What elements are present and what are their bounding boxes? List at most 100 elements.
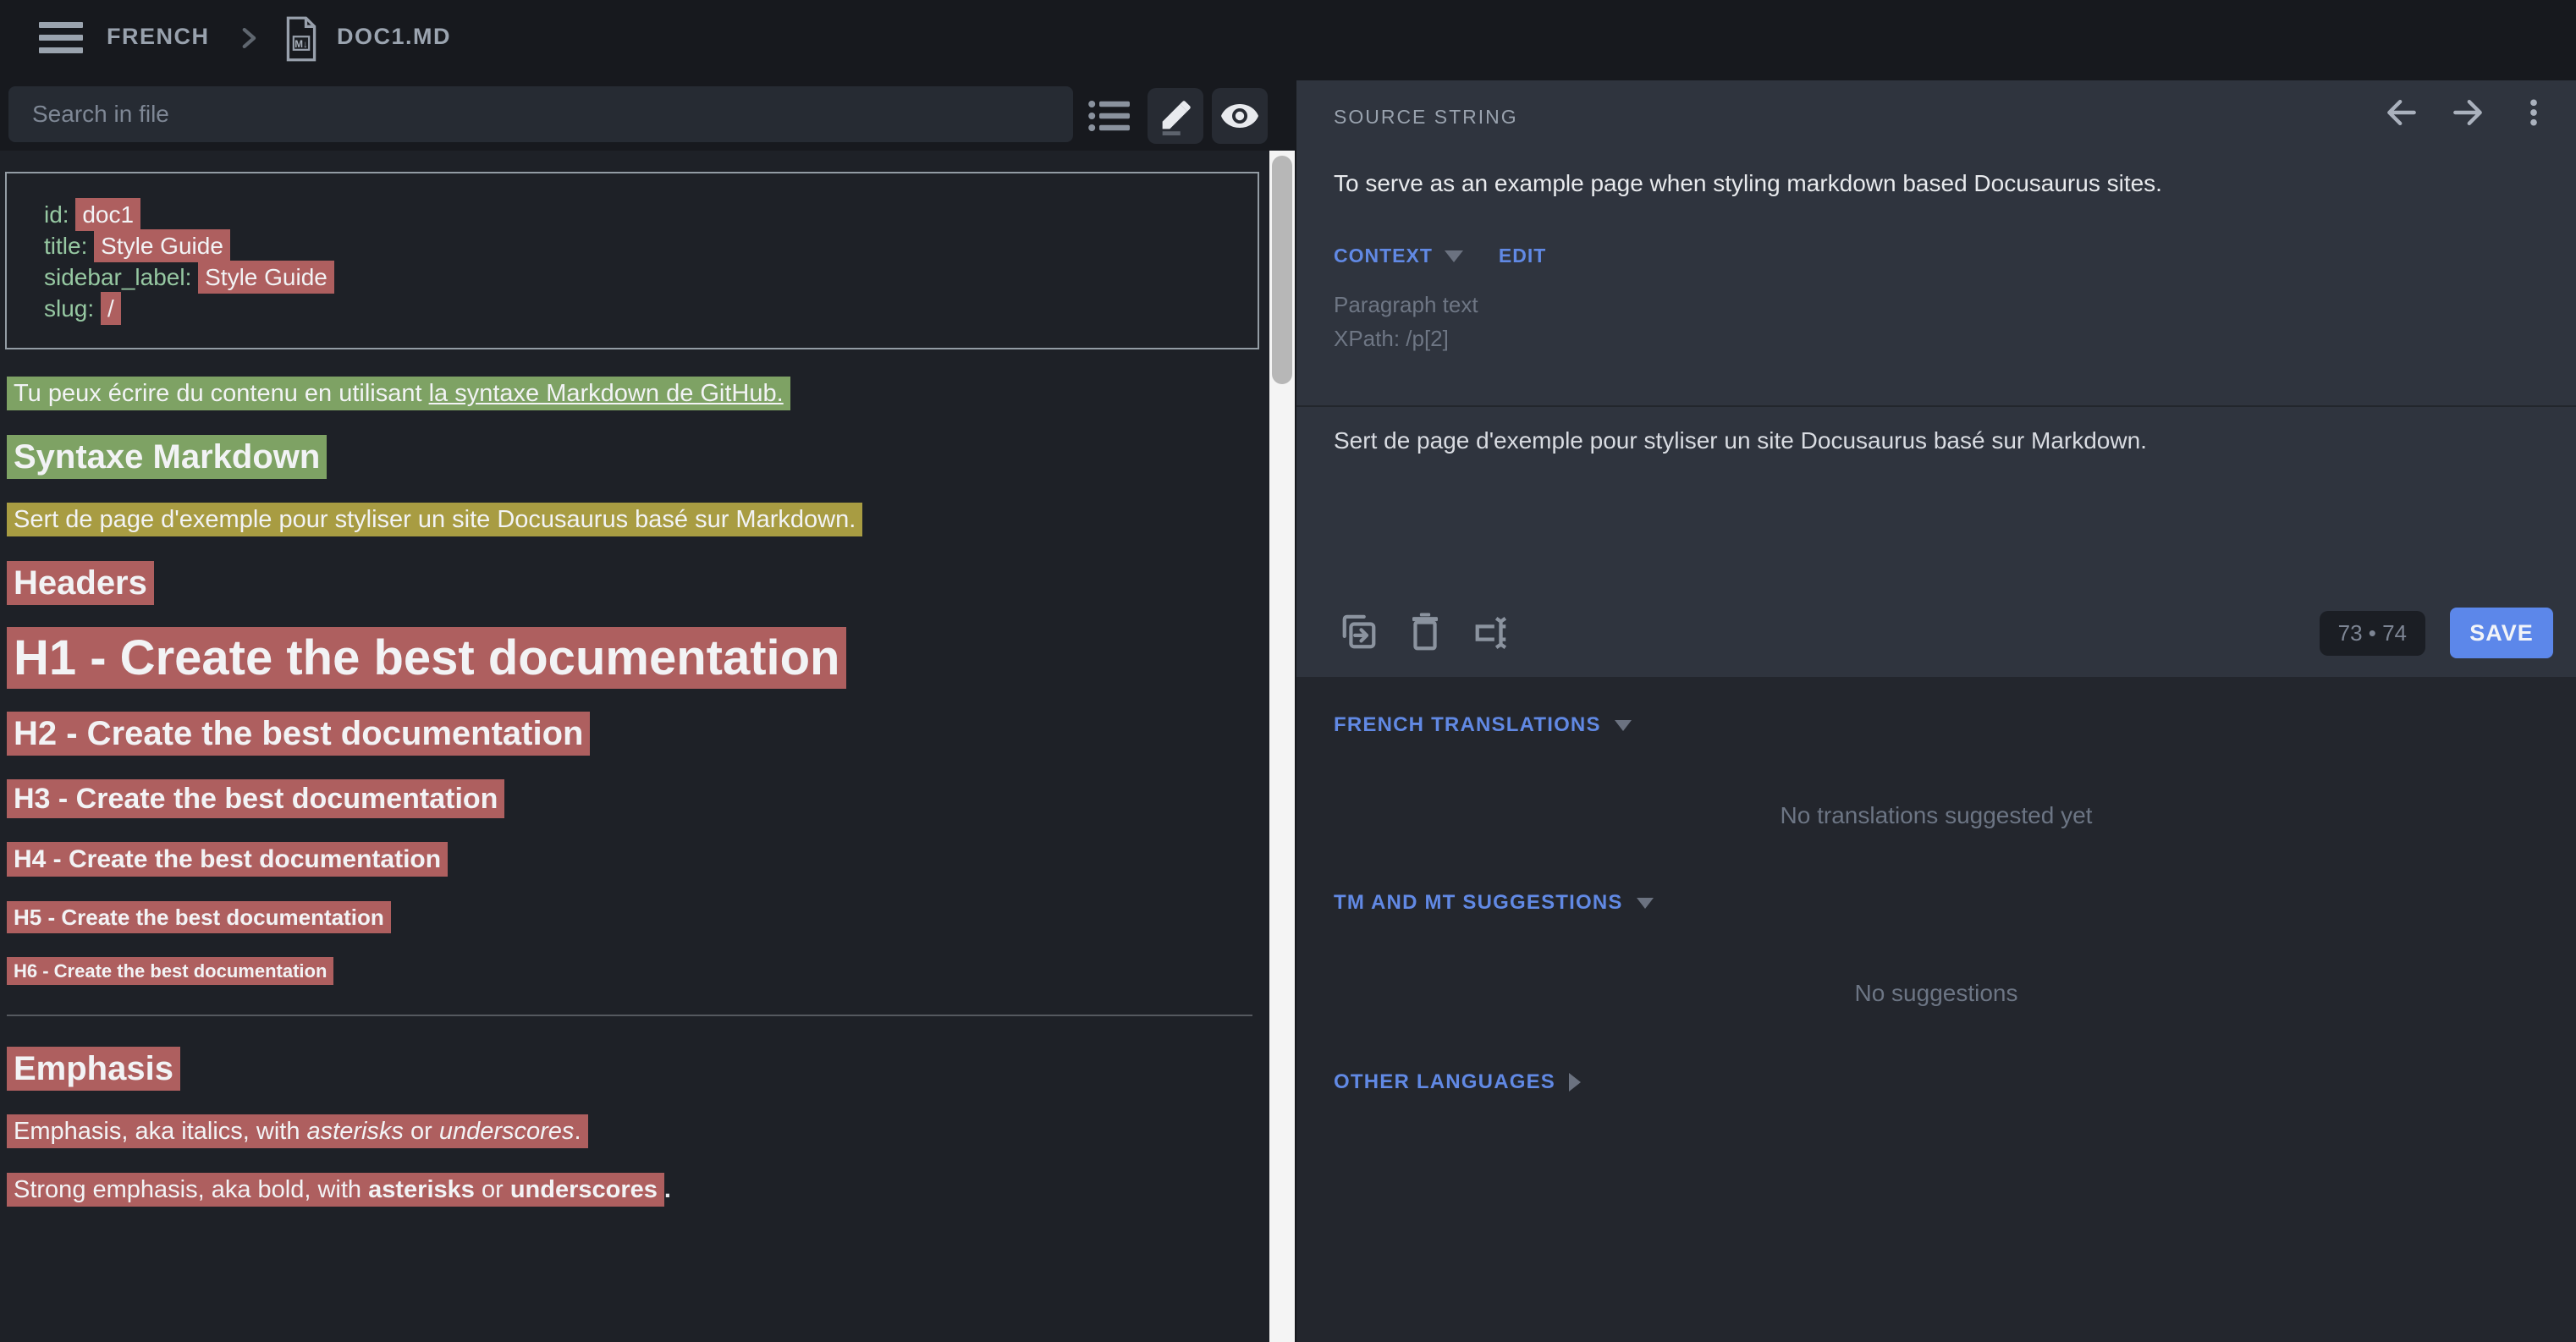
translatable-string[interactable]: Syntaxe Markdown	[7, 435, 327, 479]
string-segment: asterisks	[307, 1118, 404, 1145]
translatable-string[interactable]: Tu peux écrire du contenu en utilisant l…	[7, 377, 790, 410]
chevron-right-icon	[234, 24, 262, 52]
string-tail: .	[664, 1176, 671, 1203]
string-segment: H3 - Create the best documentation	[14, 783, 498, 815]
translatable-string[interactable]: H6 - Create the best documentation	[7, 957, 333, 985]
frontmatter-row: sidebar_label: Style Guide	[44, 261, 1258, 293]
search-input[interactable]	[8, 86, 1073, 142]
doc-block-h2: Headers	[7, 566, 1269, 600]
string-segment: Emphasis, aka italics, with	[14, 1118, 307, 1145]
arrow-right-icon	[2449, 94, 2486, 131]
section-french-translations[interactable]: FRENCH TRANSLATIONS	[1334, 713, 1632, 737]
section-tm-mt-suggestions[interactable]: TM AND MT SUGGESTIONS	[1334, 891, 1654, 915]
editor-toolbar: 73 • 74 SAVE	[1296, 608, 2576, 658]
previous-string-button[interactable]	[2380, 91, 2424, 135]
delete-translation-button[interactable]	[1403, 609, 1447, 657]
string-segment: Headers	[14, 564, 147, 602]
doc-block-h2: Emphasis	[7, 1052, 1269, 1086]
document-scrollbar[interactable]	[1269, 151, 1295, 1342]
pencil-icon	[1156, 96, 1195, 135]
frontmatter-key: sidebar_label:	[44, 264, 198, 290]
chevron-right-icon	[1569, 1073, 1581, 1092]
character-counter: 73 • 74	[2320, 611, 2425, 656]
preview-mode-button[interactable]	[1212, 88, 1268, 144]
string-segment: Tu peux écrire du contenu en utilisant	[14, 380, 429, 407]
insert-source-button[interactable]	[1337, 609, 1381, 657]
translatable-string[interactable]: Strong emphasis, aka bold, with asterisk…	[7, 1173, 664, 1207]
string-segment: .	[574, 1118, 581, 1145]
string-segment: H2 - Create the best documentation	[14, 715, 583, 752]
edit-mode-button[interactable]	[1148, 88, 1203, 144]
translatable-string[interactable]: /	[101, 292, 121, 325]
breadcrumb-project[interactable]: FRENCH	[107, 24, 210, 50]
translation-input[interactable]: Sert de page d'exemple pour styliser un …	[1334, 427, 2147, 454]
next-string-button[interactable]	[2446, 91, 2490, 135]
editor-divider	[1296, 405, 2576, 407]
string-segment: Emphasis	[14, 1050, 173, 1087]
markdown-file-icon: M↓	[283, 15, 320, 63]
breadcrumb-file: DOC1.MD	[337, 24, 451, 50]
suggestions-area: FRENCH TRANSLATIONS No translations sugg…	[1296, 677, 2576, 1342]
arrow-left-icon	[2383, 94, 2420, 131]
translatable-string[interactable]: Emphasis, aka italics, with asterisks or…	[7, 1114, 588, 1148]
suggestions-empty-message: No suggestions	[1296, 980, 2576, 1007]
doc-block-p: Sert de page d'exemple pour styliser un …	[7, 508, 1269, 532]
translatable-string[interactable]: H5 - Create the best documentation	[7, 901, 391, 933]
hamburger-menu-icon[interactable]	[39, 22, 83, 54]
string-list-view-button[interactable]	[1086, 95, 1133, 137]
string-segment: la syntaxe Markdown de GitHub.	[429, 380, 784, 407]
translatable-string[interactable]: H3 - Create the best documentation	[7, 779, 504, 818]
string-segment: underscores	[439, 1118, 575, 1145]
eye-icon	[1219, 96, 1260, 136]
translatable-string[interactable]: doc1	[75, 198, 140, 231]
translatable-string[interactable]: Emphasis	[7, 1047, 180, 1091]
string-segment: H1 - Create the best documentation	[14, 630, 839, 685]
translatable-string[interactable]: Style Guide	[94, 229, 230, 262]
translations-empty-message: No translations suggested yet	[1296, 802, 2576, 829]
string-segment: or	[404, 1118, 439, 1145]
translatable-string[interactable]: Headers	[7, 561, 154, 605]
translatable-string[interactable]: H2 - Create the best documentation	[7, 712, 590, 756]
list-icon	[1087, 97, 1131, 135]
more-options-button[interactable]	[2512, 91, 2556, 135]
context-element-type: Paragraph text	[1334, 292, 1478, 318]
kebab-menu-icon	[2517, 94, 2551, 131]
text-cursor-icon	[1472, 612, 1511, 654]
string-segment: asterisks	[368, 1176, 475, 1203]
doc-block-h3: H3 - Create the best documentation	[7, 784, 1269, 813]
frontmatter-key: slug:	[44, 295, 101, 322]
frontmatter-row: slug: /	[44, 293, 1258, 324]
translatable-string[interactable]: Style Guide	[198, 261, 334, 294]
edit-context-link[interactable]: EDIT	[1499, 245, 1546, 267]
right-panel-top-strip	[1296, 0, 2576, 80]
string-segment: Strong emphasis, aka bold, with	[14, 1176, 368, 1203]
translation-side-panel: SOURCE STRING To ser	[1296, 0, 2576, 1342]
string-segment: H4 - Create the best documentation	[14, 845, 441, 873]
translatable-string[interactable]: H1 - Create the best documentation	[7, 627, 846, 689]
horizontal-rule	[7, 1015, 1252, 1016]
doc-block-h2: H2 - Create the best documentation	[7, 717, 1269, 751]
save-button[interactable]: SAVE	[2450, 608, 2553, 658]
section-other-languages[interactable]: OTHER LANGUAGES	[1334, 1070, 1581, 1094]
doc-block-p: Emphasis, aka italics, with asterisks or…	[7, 1119, 1269, 1144]
translatable-string[interactable]: H4 - Create the best documentation	[7, 842, 448, 877]
doc-block-h1: H1 - Create the best documentation	[7, 634, 1269, 683]
section-title: TM AND MT SUGGESTIONS	[1334, 891, 1623, 915]
doc-block-h6: H6 - Create the best documentation	[7, 962, 1269, 981]
frontmatter-row: title: Style Guide	[44, 230, 1258, 261]
chevron-down-icon	[1615, 720, 1632, 731]
string-segment: H6 - Create the best documentation	[14, 960, 327, 982]
insert-tag-button[interactable]	[1469, 609, 1513, 657]
doc-block-p: Tu peux écrire du contenu en utilisant l…	[7, 382, 1269, 406]
frontmatter-box: id: doc1title: Style Guidesidebar_label:…	[5, 172, 1259, 349]
chevron-down-icon	[1637, 898, 1654, 909]
translatable-string[interactable]: Sert de page d'exemple pour styliser un …	[7, 503, 862, 536]
frontmatter-row: id: doc1	[44, 199, 1258, 230]
svg-text:M↓: M↓	[294, 39, 308, 50]
string-segment: Syntaxe Markdown	[14, 438, 320, 476]
source-string-label: SOURCE STRING	[1334, 106, 1518, 129]
chevron-down-icon	[1445, 250, 1463, 262]
context-toggle[interactable]: CONTEXT	[1334, 245, 1433, 267]
doc-block-h5: H5 - Create the best documentation	[7, 906, 1269, 928]
scrollbar-thumb[interactable]	[1272, 156, 1292, 384]
